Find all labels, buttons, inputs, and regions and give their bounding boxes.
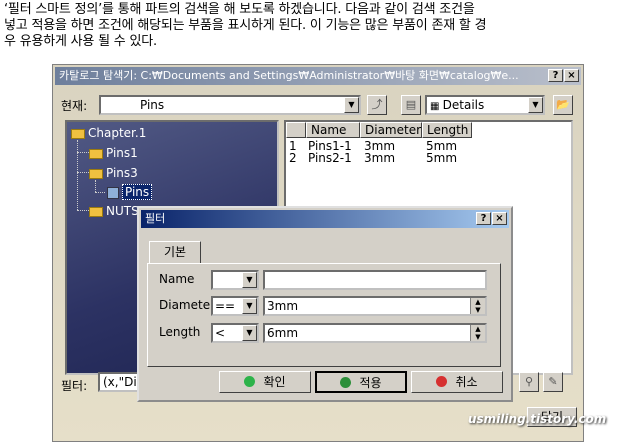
folder-icon (89, 148, 103, 159)
help-button[interactable]: ? (476, 212, 491, 225)
filter-title: 필터 (145, 212, 166, 225)
close-button[interactable]: × (564, 69, 579, 82)
tree-label: NUTS (106, 204, 139, 218)
row-length: 5mm (426, 151, 458, 165)
name-label: Name (159, 272, 195, 286)
tree-line (77, 210, 89, 211)
tree-line (77, 140, 78, 210)
spinner-icon[interactable]: ▲ ▼ (470, 298, 485, 314)
apply-button[interactable]: 적용 (315, 371, 407, 393)
tree-node-pins3[interactable]: Pins3 (89, 165, 138, 181)
folder-open-icon (71, 128, 85, 139)
filter-dialog: 필터 ? × 기본 Name ▼ Diameter == ▼ 3mm ▲ ▼ Le… (137, 206, 513, 402)
length-operator-value: < (215, 326, 226, 340)
length-value-input[interactable]: 6mm ▲ ▼ (263, 323, 487, 343)
tree-node-chapter[interactable]: Chapter.1 (71, 125, 146, 141)
folder-up-icon[interactable]: ⤴ (367, 95, 387, 115)
intro-line: ‘필터 스마트 정의’를 통해 파트의 검색을 해 보도록 하겠습니다. 다음과… (4, 2, 475, 17)
tree-node-pins1[interactable]: Pins1 (89, 145, 138, 161)
tree-node-pins-selected[interactable]: Pins (107, 184, 153, 200)
tree-label: Chapter.1 (88, 126, 147, 140)
tab-basic[interactable]: 기본 (149, 241, 201, 263)
tree-line (95, 180, 96, 192)
row-diameter: 3mm (364, 151, 396, 165)
name-operator-select[interactable]: ▼ (211, 270, 259, 290)
view-mode-combo[interactable]: ▦ Details ▼ (425, 95, 545, 115)
chevron-down-icon[interactable]: ▼ (528, 97, 543, 113)
chevron-down-icon[interactable]: ▼ (242, 325, 257, 341)
intro-line: 우 유용하게 사용 될 수 있다. (4, 34, 157, 49)
column-header-name[interactable]: Name (306, 122, 360, 138)
current-value: Pins (140, 98, 165, 112)
tree-line (77, 172, 89, 173)
diameter-value-input[interactable]: 3mm ▲ ▼ (263, 296, 487, 316)
current-combo[interactable]: Pins ▼ (99, 95, 361, 115)
filter-title-bar: 필터 ? × (141, 210, 509, 228)
row-name: Pins2-1 (308, 151, 352, 165)
ok-dot-icon (244, 376, 256, 387)
open-folder-icon[interactable]: 📂 (553, 95, 573, 115)
cancel-button[interactable]: 취소 (411, 371, 503, 393)
folder-open-icon (89, 168, 103, 179)
length-value: 6mm (267, 326, 299, 340)
view-mode-value: Details (442, 98, 485, 112)
binoculars-icon[interactable]: ⚲ (519, 372, 539, 392)
ok-label: 확인 (263, 375, 286, 389)
close-button[interactable]: × (492, 212, 507, 225)
filter-label: 필터: (61, 379, 88, 393)
view-toggle-icon[interactable]: ▤ (401, 95, 421, 115)
tree-node-nuts[interactable]: NUTS (89, 203, 139, 219)
cancel-dot-icon (436, 376, 448, 387)
column-header-diameter[interactable]: Diameter (360, 122, 422, 138)
part-family-icon (107, 186, 119, 199)
apply-label: 적용 (359, 376, 382, 390)
tree-label: Pins1 (106, 146, 138, 160)
apply-dot-icon (340, 377, 352, 388)
length-operator-select[interactable]: < ▼ (211, 323, 259, 343)
cancel-label: 취소 (455, 375, 478, 389)
intro-line: 넣고 적용을 하면 조건에 해당되는 부품을 표시하게 된다. 이 기능은 많은… (4, 18, 487, 33)
spinner-icon[interactable]: ▲ ▼ (470, 325, 485, 341)
catalog-title: 카탈로그 탐색기: C:₩Documents and Settings₩Admi… (59, 69, 519, 82)
filter-edit-icon[interactable]: ✎ (543, 372, 563, 392)
tree-label: Pins3 (106, 166, 138, 180)
column-header-index[interactable] (286, 122, 306, 138)
folder-icon (89, 206, 103, 217)
name-value-input[interactable] (263, 270, 487, 290)
length-label: Length (159, 325, 201, 339)
tree-line (95, 192, 105, 193)
watermark: usmiling.tistory.com (468, 412, 607, 426)
details-icon: ▦ (430, 101, 443, 112)
help-button[interactable]: ? (548, 69, 563, 82)
diameter-label: Diameter (159, 298, 216, 312)
ok-button[interactable]: 확인 (219, 371, 311, 393)
chevron-down-icon[interactable]: ▼ (344, 97, 359, 113)
chevron-down-icon[interactable]: ▼ (242, 272, 257, 288)
catalog-title-bar: 카탈로그 탐색기: C:₩Documents and Settings₩Admi… (55, 67, 581, 85)
diameter-operator-select[interactable]: == ▼ (211, 296, 259, 316)
tree-line (77, 152, 89, 153)
current-label: 현재: (61, 99, 88, 113)
diameter-value: 3mm (267, 299, 299, 313)
tree-label: Pins (122, 184, 153, 200)
row-index: 2 (289, 151, 297, 165)
diameter-operator-value: == (215, 299, 236, 313)
chevron-down-icon[interactable]: ▼ (242, 298, 257, 314)
intro-text: ‘필터 스마트 정의’를 통해 파트의 검색을 해 보도록 하겠습니다. 다음과… (4, 2, 620, 50)
column-header-length[interactable]: Length (422, 122, 472, 138)
